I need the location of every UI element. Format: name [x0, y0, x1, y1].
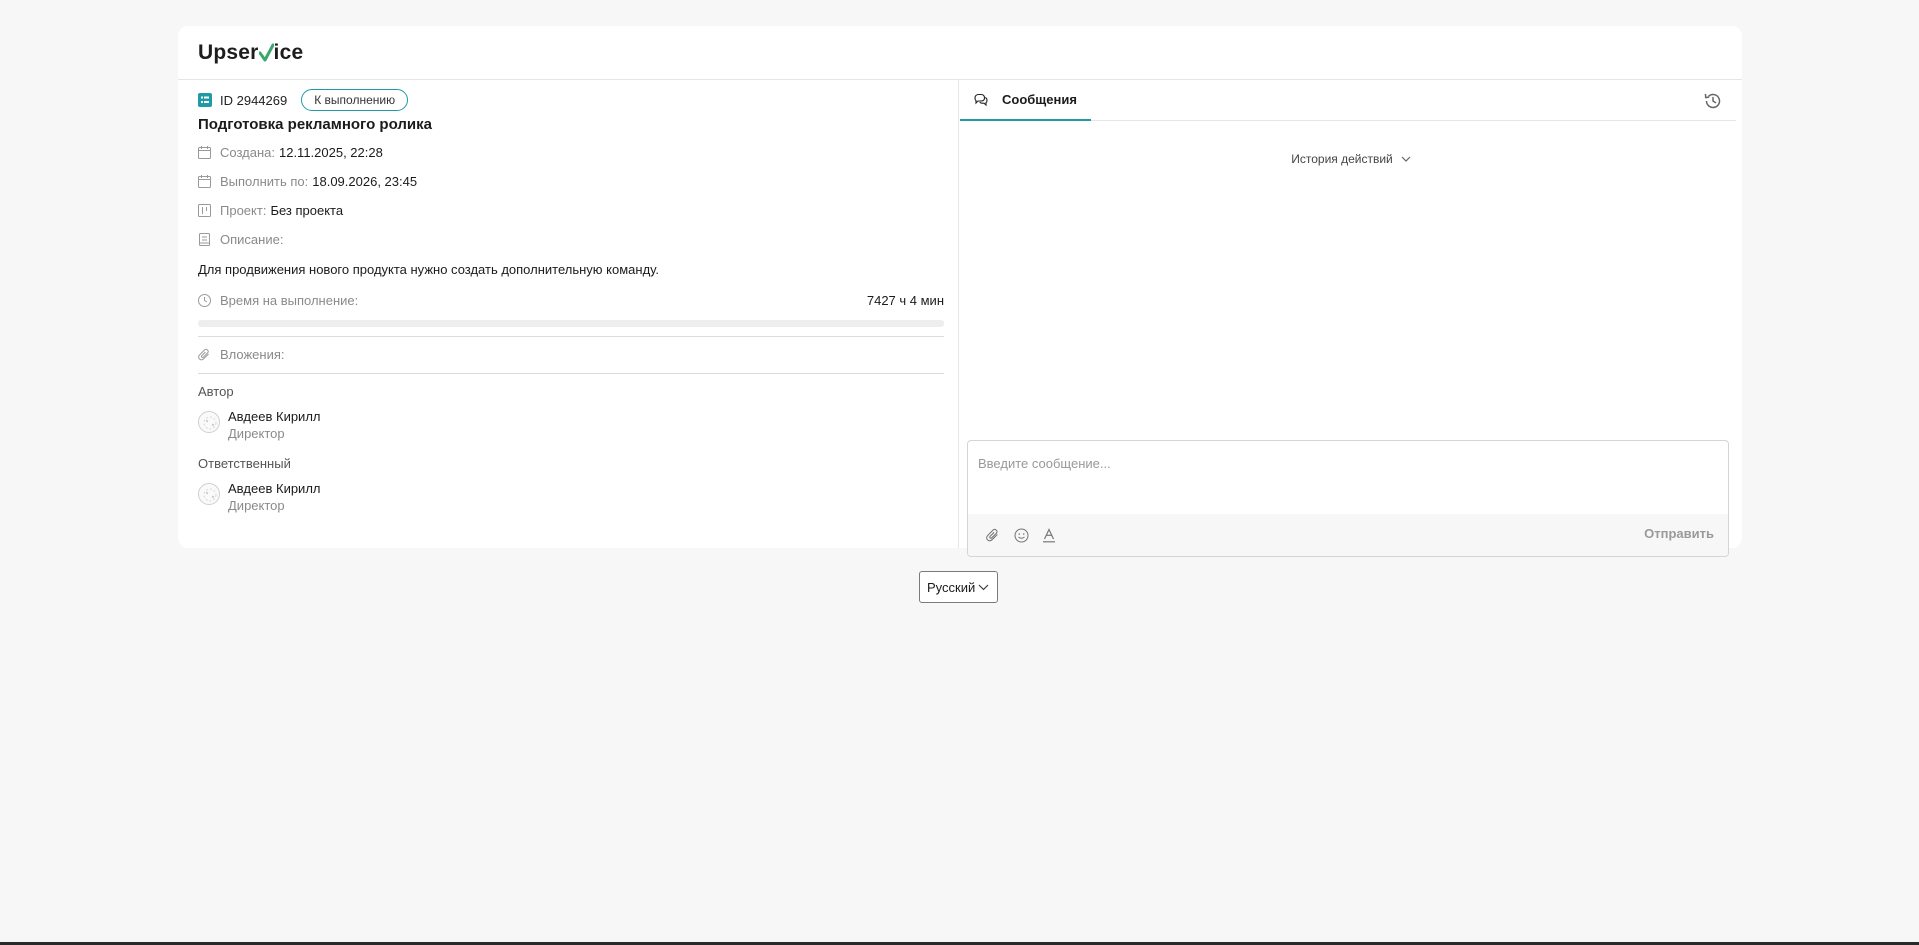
composer-toolbar: Отправить — [968, 514, 1728, 556]
clock-icon — [198, 294, 211, 307]
chat-panel: Сообщения История действий Введите сообщ… — [960, 80, 1742, 557]
divider — [198, 373, 944, 374]
tab-messages[interactable]: Сообщения — [960, 80, 1091, 121]
time-progress-bar — [198, 320, 944, 327]
paperclip-icon — [986, 528, 998, 542]
kanban-board-icon — [198, 203, 211, 217]
chevron-down-icon — [978, 584, 989, 590]
calendar-icon — [198, 174, 211, 188]
responsible-person[interactable]: Авдеев Кирилл Директор — [198, 480, 944, 514]
avatar-placeholder-icon — [203, 488, 217, 502]
due-label: Выполнить по: — [220, 173, 309, 189]
task-list-icon — [198, 93, 212, 107]
language-select[interactable]: Русский — [919, 571, 999, 603]
card-header: Upser ice — [178, 26, 1742, 80]
history-icon — [1704, 93, 1721, 109]
created-label: Создана: — [220, 144, 275, 160]
tab-messages-label: Сообщения — [1002, 91, 1077, 107]
avatar-placeholder-icon — [203, 416, 217, 430]
due-row: Выполнить по: 18.09.2026, 23:45 — [198, 171, 944, 191]
activity-history-label: История действий — [1291, 152, 1393, 166]
chat-bubbles-icon — [974, 93, 988, 106]
time-label: Время на выполнение: — [220, 293, 359, 308]
author-name: Авдеев Кирилл — [228, 409, 321, 424]
task-card: Upser ice ID 2944269 К выполнению Подгот… — [178, 26, 1742, 557]
status-badge[interactable]: К выполнению — [301, 89, 409, 111]
author-role: Директор — [228, 426, 285, 441]
logo-text-start: Upser — [198, 40, 259, 64]
message-input[interactable] — [968, 441, 1728, 514]
emoji-button[interactable] — [1012, 526, 1030, 544]
chat-tabs: Сообщения — [960, 80, 1736, 121]
text-format-icon — [1043, 527, 1055, 542]
smiley-icon — [1014, 528, 1028, 542]
created-value: 12.11.2025, 22:28 — [278, 144, 383, 160]
task-details-panel: ID 2944269 К выполнению Подготовка рекла… — [178, 80, 959, 548]
avatar — [198, 483, 220, 505]
author-person[interactable]: Авдеев Кирилл Директор — [198, 408, 944, 442]
avatar — [198, 411, 220, 433]
attachments-row[interactable]: Вложения: — [198, 337, 944, 371]
chevron-down-icon — [1401, 156, 1411, 162]
task-id: ID 2944269 — [220, 92, 288, 108]
description-label: Описание: — [220, 231, 284, 247]
responsible-section-label: Ответственный — [198, 456, 291, 471]
description-row: Описание: — [198, 229, 944, 249]
responsible-name: Авдеев Кирилл — [228, 481, 321, 496]
paperclip-icon — [198, 348, 209, 360]
due-value: 18.09.2026, 23:45 — [312, 173, 418, 189]
author-section-label: Автор — [198, 384, 234, 399]
project-row: Проект: Без проекта — [198, 200, 944, 220]
document-icon — [199, 232, 210, 246]
project-label: Проект: — [220, 202, 267, 218]
project-value: Без проекта — [270, 202, 344, 218]
attach-button[interactable] — [984, 526, 1002, 544]
created-row: Создана: 12.11.2025, 22:28 — [198, 142, 944, 162]
activity-history-toggle[interactable]: История действий — [960, 152, 1742, 166]
attachments-label: Вложения: — [220, 346, 285, 362]
logo-text-end: ice — [273, 40, 304, 64]
history-button[interactable] — [1702, 90, 1724, 112]
responsible-role: Директор — [228, 498, 285, 513]
time-value: 7427 ч 4 мин — [866, 293, 944, 308]
text-format-button[interactable] — [1040, 526, 1058, 544]
send-button[interactable]: Отправить — [1644, 526, 1714, 541]
logo-check-icon — [258, 43, 274, 61]
task-id-row: ID 2944269 К выполнению — [198, 89, 944, 111]
message-composer: Отправить — [967, 440, 1729, 557]
task-title: Подготовка рекламного ролика — [198, 116, 432, 133]
calendar-icon — [198, 145, 211, 159]
logo: Upser ice — [198, 41, 303, 65]
language-select-value: Русский — [927, 579, 976, 595]
description-text: Для продвижения нового продукта нужно со… — [198, 262, 659, 277]
time-row: Время на выполнение: 7427 ч 4 мин — [198, 293, 944, 308]
